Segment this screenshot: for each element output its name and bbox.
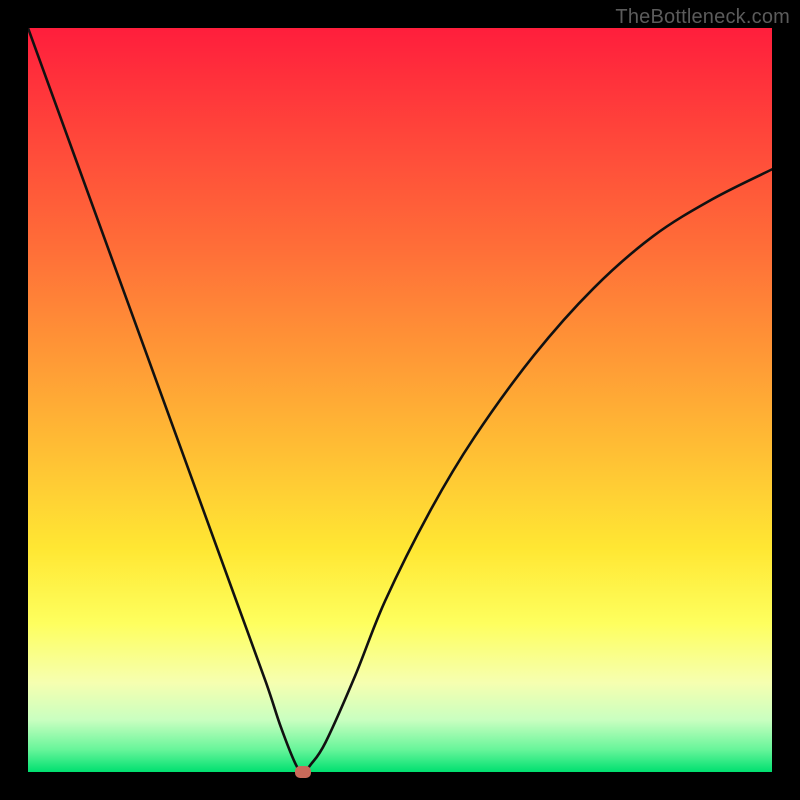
bottleneck-curve [28,28,772,772]
optimal-marker [295,766,311,778]
watermark-text: TheBottleneck.com [615,6,790,29]
chart-container: TheBottleneck.com [0,0,800,800]
plot-area [28,28,772,772]
